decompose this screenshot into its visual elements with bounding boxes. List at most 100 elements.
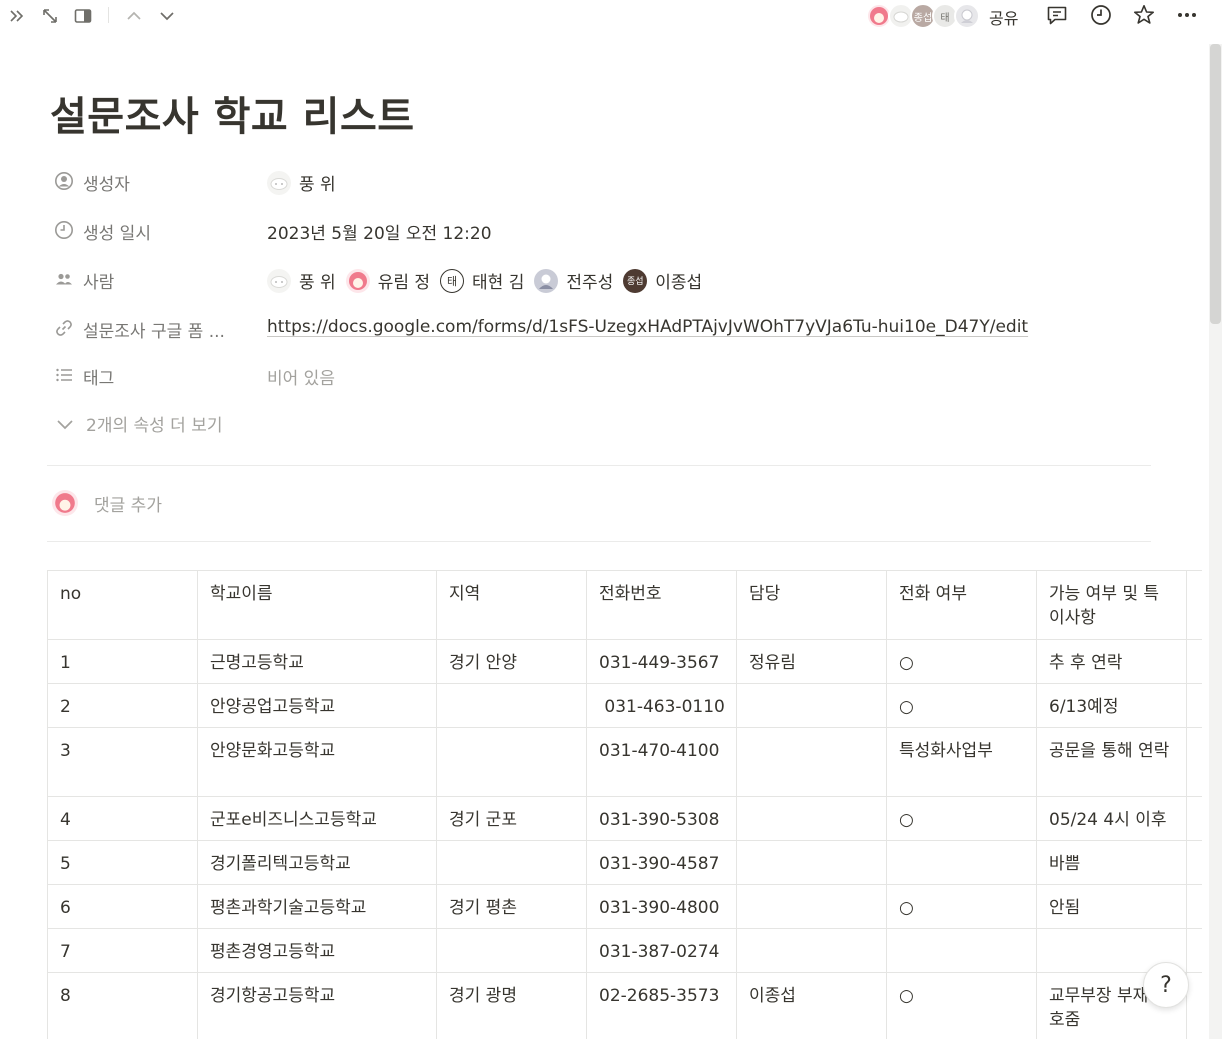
table-cell[interactable]: 031-449-3567 xyxy=(586,639,737,684)
column-header[interactable]: no xyxy=(47,570,198,640)
person-chip[interactable]: 풍 위 xyxy=(267,268,336,293)
table-cell[interactable] xyxy=(736,796,887,841)
table-cell[interactable]: 02-2685-3573 xyxy=(586,972,737,1039)
person-chip[interactable]: 태 태현 김 xyxy=(440,268,524,293)
property-value[interactable]: 풍 위 xyxy=(267,170,336,195)
table-cell[interactable]: 1 xyxy=(47,639,198,684)
table-cell[interactable] xyxy=(736,683,887,728)
table-cell[interactable] xyxy=(886,840,1037,885)
table-cell[interactable] xyxy=(1186,928,1202,973)
table-cell[interactable]: ○ xyxy=(886,884,1037,929)
column-header[interactable]: 담당 xyxy=(736,570,887,640)
clock-icon[interactable] xyxy=(1087,1,1115,29)
help-button[interactable]: ? xyxy=(1143,962,1189,1008)
table-cell[interactable]: 031-390-4587 xyxy=(586,840,737,885)
table-cell[interactable]: 05/24 4시 이후 xyxy=(1036,796,1187,841)
table-cell[interactable]: 5 xyxy=(47,840,198,885)
table-cell[interactable]: 평촌과학기술고등학교 xyxy=(197,884,437,929)
table-cell[interactable]: 031-463-0110 xyxy=(586,683,737,728)
table-cell[interactable] xyxy=(1186,884,1202,929)
property-created-by[interactable]: 생성자 풍 위 xyxy=(52,166,1152,196)
table-cell[interactable] xyxy=(886,928,1037,973)
property-tags[interactable]: 태그 비어 있음 xyxy=(52,360,1152,390)
table-cell[interactable] xyxy=(736,928,887,973)
collaborator-avatars[interactable]: 종섭 태 xyxy=(866,2,984,30)
table-cell[interactable]: 3 xyxy=(47,727,198,797)
table-cell[interactable]: 031-387-0274 xyxy=(586,928,737,973)
table-cell[interactable]: 군포e비즈니스고등학교 xyxy=(197,796,437,841)
table-cell[interactable]: 경기 군포 xyxy=(436,796,587,841)
table-cell[interactable]: 경기 광명 xyxy=(436,972,587,1039)
table-cell[interactable]: 추 후 연락 xyxy=(1036,639,1187,684)
table-cell[interactable] xyxy=(736,840,887,885)
property-value[interactable]: 풍 위 유림 정 태 태현 김 전주성 종섭 이종섭 xyxy=(267,268,712,293)
table-cell[interactable]: 정유림 xyxy=(736,639,887,684)
table-cell[interactable]: 031-390-4800 xyxy=(586,884,737,929)
property-value[interactable]: 2023년 5월 20일 오전 12:20 xyxy=(267,219,492,244)
person-chip[interactable]: 유림 정 xyxy=(345,268,430,293)
double-chevron-right-icon[interactable] xyxy=(4,3,30,29)
table-cell[interactable]: 안됨 xyxy=(1036,884,1187,929)
table-cell[interactable]: 031-390-5308 xyxy=(586,796,737,841)
table-cell[interactable] xyxy=(436,840,587,885)
table-cell[interactable]: 공문을 통해 연락 xyxy=(1036,727,1187,797)
table-cell[interactable]: 경기폴리텍고등학교 xyxy=(197,840,437,885)
table-cell[interactable] xyxy=(436,928,587,973)
chevron-up-icon[interactable] xyxy=(121,3,147,29)
share-button[interactable]: 공유 xyxy=(989,5,1018,29)
column-header[interactable]: 학교이름 xyxy=(197,570,437,640)
table-cell[interactable]: ○ xyxy=(886,972,1037,1039)
table-cell[interactable]: 6/13예정 xyxy=(1036,683,1187,728)
table-cell[interactable]: 경기항공고등학교 xyxy=(197,972,437,1039)
form-link[interactable]: https://docs.google.com/forms/d/1sFS-Uze… xyxy=(267,317,1028,337)
column-header[interactable] xyxy=(1186,570,1202,640)
comment-icon[interactable] xyxy=(1043,1,1071,29)
table-cell[interactable]: 8 xyxy=(47,972,198,1039)
chevron-down-icon[interactable] xyxy=(154,3,180,29)
property-google-form-link[interactable]: 설문조사 구글 폼 ... https://docs.google.com/fo… xyxy=(52,313,1152,343)
table-cell[interactable]: ○ xyxy=(886,639,1037,684)
table-cell[interactable] xyxy=(1186,796,1202,841)
column-header[interactable]: 전화번호 xyxy=(586,570,737,640)
property-created-time[interactable]: 생성 일시 2023년 5월 20일 오전 12:20 xyxy=(52,215,1152,245)
person-chip[interactable]: 종섭 이종섭 xyxy=(623,268,702,293)
table-cell[interactable]: 7 xyxy=(47,928,198,973)
table-cell[interactable] xyxy=(1186,727,1202,797)
table-cell[interactable] xyxy=(1186,840,1202,885)
column-header[interactable]: 전화 여부 xyxy=(886,570,1037,640)
table-cell[interactable]: 바쁨 xyxy=(1036,840,1187,885)
table-cell[interactable]: 경기 안양 xyxy=(436,639,587,684)
column-header[interactable]: 지역 xyxy=(436,570,587,640)
more-icon[interactable] xyxy=(1173,1,1201,29)
table-cell[interactable] xyxy=(736,884,887,929)
table-cell[interactable]: 4 xyxy=(47,796,198,841)
table-cell[interactable]: 031-470-4100 xyxy=(586,727,737,797)
property-people[interactable]: 사람 풍 위 유림 정 태 태현 김 전주성 종섭 이종섭 xyxy=(52,264,1152,294)
expand-icon[interactable] xyxy=(37,3,63,29)
comment-input[interactable]: 댓글 추가 xyxy=(52,490,162,516)
table-cell[interactable]: 경기 평촌 xyxy=(436,884,587,929)
column-header[interactable]: 가능 여부 및 특이사항 xyxy=(1036,570,1187,640)
table-cell[interactable]: 평촌경영고등학교 xyxy=(197,928,437,973)
table-cell[interactable]: 2 xyxy=(47,683,198,728)
table-cell[interactable]: 안양문화고등학교 xyxy=(197,727,437,797)
scrollbar-thumb[interactable] xyxy=(1210,44,1221,324)
table-cell[interactable] xyxy=(436,727,587,797)
table-cell[interactable]: 특성화사업부 xyxy=(886,727,1037,797)
side-peek-icon[interactable] xyxy=(70,3,96,29)
table-cell[interactable]: 이종섭 xyxy=(736,972,887,1039)
table-cell[interactable]: 안양공업고등학교 xyxy=(197,683,437,728)
table-cell[interactable]: ○ xyxy=(886,683,1037,728)
table-cell[interactable]: 근명고등학교 xyxy=(197,639,437,684)
table-cell[interactable]: 6 xyxy=(47,884,198,929)
table-cell[interactable]: ○ xyxy=(886,796,1037,841)
property-value[interactable]: 비어 있음 xyxy=(267,364,335,389)
table-cell[interactable] xyxy=(736,727,887,797)
table-cell[interactable] xyxy=(1186,683,1202,728)
table-cell[interactable] xyxy=(436,683,587,728)
star-icon[interactable] xyxy=(1130,1,1158,29)
person-chip[interactable]: 전주성 xyxy=(534,268,613,293)
table-cell[interactable] xyxy=(1186,639,1202,684)
more-properties-toggle[interactable]: 2개의 속성 더 보기 xyxy=(54,411,223,436)
page-title[interactable]: 설문조사 학교 리스트 xyxy=(50,84,415,142)
